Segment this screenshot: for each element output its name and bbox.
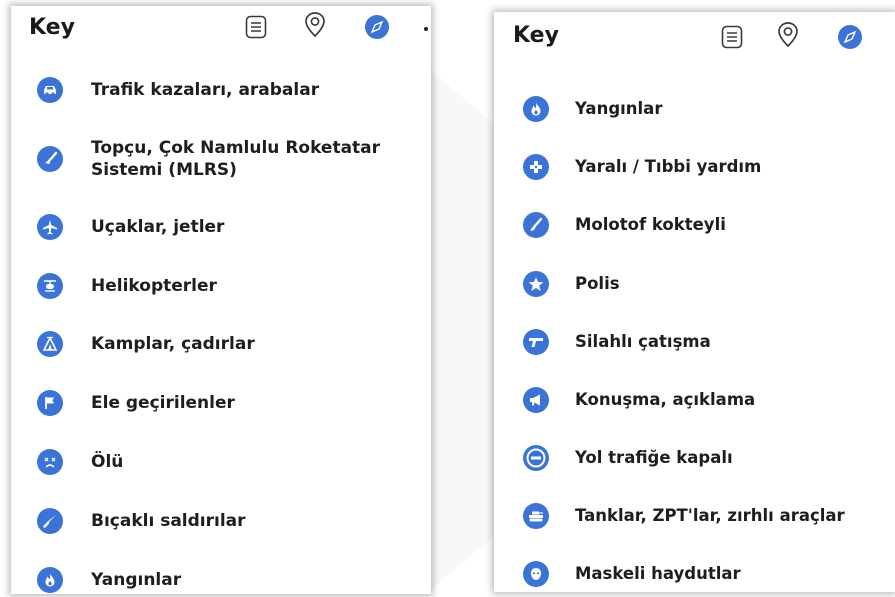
screenshot-stage: Key Trafik kazaları, arabalar Topçu, Çok… (0, 0, 895, 597)
item-label: Yaralı / Tıbbi yardım (575, 157, 762, 176)
item-label: Bıçaklı saldırılar (91, 511, 246, 531)
list-item: Uçaklar, jetler (11, 214, 431, 240)
list-item: Konuşma, açıklama (494, 387, 895, 413)
fire-icon (37, 567, 63, 593)
list-item: Trafik kazaları, arabalar (11, 77, 431, 103)
item-label: Polis (575, 274, 620, 293)
list-item: Yaralı / Tıbbi yardım (494, 154, 895, 180)
item-label: Kamplar, çadırlar (91, 334, 255, 354)
item-label: Ele geçirilenler (91, 393, 235, 413)
list-item: Silahlı çatışma (494, 329, 895, 355)
gun-icon (523, 329, 549, 355)
item-label: Yangınlar (91, 570, 182, 590)
list-item: Yangınlar (11, 567, 431, 593)
key-panel-left: Key Trafik kazaları, arabalar Topçu, Çok… (11, 6, 431, 594)
item-label: Helikopterler (91, 276, 217, 296)
key-list: Yangınlar Yaralı / Tıbbi yardım Molotof … (494, 12, 895, 592)
list-item: Molotof kokteyli (494, 212, 895, 238)
dead-face-icon (37, 449, 63, 475)
tank-icon (523, 503, 549, 529)
item-label: Tanklar, ZPT'lar, zırhlı araçlar (575, 506, 845, 525)
list-item: Kamplar, çadırlar (11, 331, 431, 357)
fire-icon (523, 96, 549, 122)
flag-icon (37, 390, 63, 416)
list-item: Ele geçirilenler (11, 390, 431, 416)
item-label: Trafik kazaları, arabalar (91, 80, 320, 100)
item-label: Konuşma, açıklama (575, 390, 756, 409)
list-item: Maskeli haydutlar (494, 561, 895, 587)
knife-icon (37, 508, 63, 534)
item-label: Topçu, Çok Namlulu Roketatar Sistemi (ML… (91, 138, 381, 180)
item-label: Yangınlar (575, 99, 663, 118)
car-icon (37, 77, 63, 103)
molotov-icon (523, 212, 549, 238)
airplane-icon (37, 214, 63, 240)
key-panel-right: Key Yangınlar Yaralı / Tıbbi yardım Molo… (494, 12, 895, 592)
list-item: Ölü (11, 449, 431, 475)
tent-icon (37, 331, 63, 357)
star-icon (523, 271, 549, 297)
medical-cross-icon (523, 154, 549, 180)
list-item: Helikopterler (11, 273, 431, 299)
item-label: Maskeli haydutlar (575, 564, 741, 583)
item-label: Yol trafiğe kapalı (575, 448, 733, 467)
list-item: Yol trafiğe kapalı (494, 445, 895, 471)
key-list: Trafik kazaları, arabalar Topçu, Çok Nam… (11, 6, 431, 594)
item-label: Molotof kokteyli (575, 215, 726, 234)
list-item: Polis (494, 271, 895, 297)
item-label: Silahlı çatışma (575, 332, 711, 351)
list-item: Tanklar, ZPT'lar, zırhlı araçlar (494, 503, 895, 529)
mask-icon (523, 561, 549, 587)
megaphone-icon (523, 387, 549, 413)
no-entry-icon (523, 445, 549, 471)
item-label: Uçaklar, jetler (91, 217, 225, 237)
helicopter-icon (37, 273, 63, 299)
list-item: Topçu, Çok Namlulu Roketatar Sistemi (ML… (11, 137, 431, 181)
item-label: Ölü (91, 452, 124, 472)
artillery-icon (37, 146, 63, 172)
list-item: Yangınlar (494, 96, 895, 122)
list-item: Bıçaklı saldırılar (11, 508, 431, 534)
